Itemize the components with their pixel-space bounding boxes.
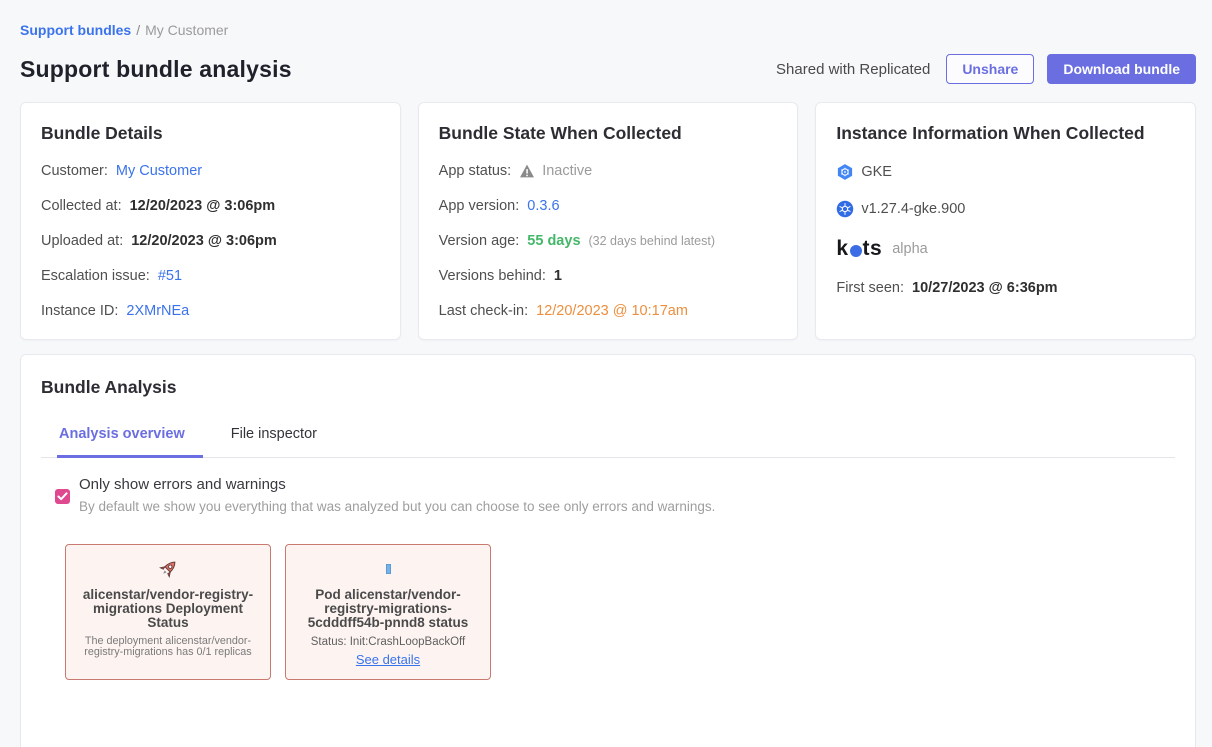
- filter-text: Only show errors and warnings By default…: [79, 476, 715, 514]
- escalation-issue-row: Escalation issue: #51: [41, 268, 380, 284]
- broken-image-icon: [294, 557, 482, 581]
- instance-info-title: Instance Information When Collected: [836, 123, 1175, 144]
- last-checkin-label: Last check-in:: [439, 303, 528, 319]
- versions-behind-row: Versions behind: 1: [439, 268, 778, 284]
- warning-title: Pod alicenstar/vendor-registry-migration…: [294, 588, 482, 631]
- customer-label: Customer:: [41, 163, 108, 179]
- instance-id-label: Instance ID:: [41, 303, 118, 319]
- filter-row: Only show errors and warnings By default…: [41, 476, 1175, 514]
- page-title: Support bundle analysis: [20, 56, 776, 83]
- analysis-tabs: Analysis overview File inspector: [41, 426, 1175, 458]
- escalation-issue-link[interactable]: #51: [158, 268, 182, 284]
- collected-at-row: Collected at: 12/20/2023 @ 3:06pm: [41, 198, 380, 214]
- customer-row: Customer: My Customer: [41, 163, 380, 179]
- k8s-version-row: v1.27.4-gke.900: [836, 200, 1175, 218]
- bundle-details-title: Bundle Details: [41, 123, 380, 144]
- last-checkin-value: 12/20/2023 @ 10:17am: [536, 303, 688, 319]
- instance-info-card: Instance Information When Collected GKE …: [815, 102, 1196, 340]
- first-seen-row: First seen: 10/27/2023 @ 6:36pm: [836, 280, 1175, 296]
- version-age-value: 55 days: [527, 233, 580, 249]
- unshare-button[interactable]: Unshare: [946, 54, 1034, 84]
- kots-row: kts alpha: [836, 237, 1175, 261]
- versions-behind-value: 1: [554, 268, 562, 284]
- app-version-row: App version: 0.3.6: [439, 198, 778, 214]
- bundle-analysis-title: Bundle Analysis: [41, 377, 1175, 398]
- warning-status: Status: Init:CrashLoopBackOff: [294, 636, 482, 648]
- bundle-state-card: Bundle State When Collected App status: …: [418, 102, 799, 340]
- last-checkin-row: Last check-in: 12/20/2023 @ 10:17am: [439, 303, 778, 319]
- tab-analysis-overview[interactable]: Analysis overview: [57, 426, 203, 458]
- bundle-state-title: Bundle State When Collected: [439, 123, 778, 144]
- app-version-link[interactable]: 0.3.6: [527, 198, 559, 214]
- uploaded-at-value: 12/20/2023 @ 3:06pm: [131, 233, 277, 249]
- kots-logo-text-ts: ts: [863, 237, 883, 261]
- customer-link[interactable]: My Customer: [116, 163, 202, 179]
- info-cards-row: Bundle Details Customer: My Customer Col…: [20, 102, 1196, 340]
- app-version-label: App version:: [439, 198, 520, 214]
- uploaded-at-row: Uploaded at: 12/20/2023 @ 3:06pm: [41, 233, 380, 249]
- instance-id-row: Instance ID: 2XMrNEa: [41, 303, 380, 319]
- kots-logo: kts: [836, 237, 882, 261]
- kots-logo-text-k: k: [836, 237, 848, 261]
- breadcrumb: Support bundles / My Customer: [20, 22, 1196, 38]
- bundle-analysis-card: Bundle Analysis Analysis overview File i…: [20, 354, 1196, 747]
- instance-id-link[interactable]: 2XMrNEa: [126, 303, 189, 319]
- version-age-row: Version age: 55 days (32 days behind lat…: [439, 233, 778, 249]
- see-details-link[interactable]: See details: [356, 652, 420, 667]
- breadcrumb-current: My Customer: [145, 22, 228, 38]
- k8s-version-value: v1.27.4-gke.900: [861, 201, 965, 217]
- app-status-value: Inactive: [542, 163, 592, 179]
- gke-icon: [836, 163, 854, 181]
- warning-triangle-icon: [519, 164, 535, 178]
- version-age-label: Version age:: [439, 233, 520, 249]
- first-seen-label: First seen:: [836, 280, 904, 296]
- warnings-row: alicenstar/vendor-registry-migrations De…: [41, 544, 1175, 680]
- uploaded-at-label: Uploaded at:: [41, 233, 123, 249]
- first-seen-value: 10/27/2023 @ 6:36pm: [912, 280, 1058, 296]
- rocket-icon: [74, 557, 262, 581]
- filter-description: By default we show you everything that w…: [79, 499, 715, 514]
- warning-card-deployment: alicenstar/vendor-registry-migrations De…: [65, 544, 271, 680]
- breadcrumb-separator: /: [136, 22, 140, 38]
- app-status-label: App status:: [439, 163, 512, 179]
- tab-file-inspector[interactable]: File inspector: [229, 426, 335, 458]
- kots-channel: alpha: [892, 241, 927, 257]
- collected-at-value: 12/20/2023 @ 3:06pm: [130, 198, 276, 214]
- warning-card-pod-status: Pod alicenstar/vendor-registry-migration…: [285, 544, 491, 680]
- page-header: Support bundle analysis Shared with Repl…: [20, 54, 1196, 84]
- app-status-row: App status: Inactive: [439, 163, 778, 179]
- versions-behind-label: Versions behind:: [439, 268, 546, 284]
- distribution-row: GKE: [836, 163, 1175, 181]
- warning-title: alicenstar/vendor-registry-migrations De…: [74, 588, 262, 631]
- distribution-value: GKE: [861, 164, 892, 180]
- bundle-details-card: Bundle Details Customer: My Customer Col…: [20, 102, 401, 340]
- collected-at-label: Collected at:: [41, 198, 122, 214]
- filter-label: Only show errors and warnings: [79, 476, 715, 493]
- warning-message: The deployment alicenstar/vendor-registr…: [74, 636, 262, 660]
- download-bundle-button[interactable]: Download bundle: [1047, 54, 1196, 84]
- kots-logo-o-icon: [850, 245, 862, 257]
- breadcrumb-link-support-bundles[interactable]: Support bundles: [20, 22, 131, 38]
- escalation-issue-label: Escalation issue:: [41, 268, 150, 284]
- errors-warnings-checkbox[interactable]: [55, 489, 70, 504]
- shared-status-text: Shared with Replicated: [776, 61, 930, 78]
- page: Support bundles / My Customer Support bund…: [0, 0, 1212, 747]
- kubernetes-icon: [836, 200, 854, 218]
- version-age-note: (32 days behind latest): [589, 234, 715, 248]
